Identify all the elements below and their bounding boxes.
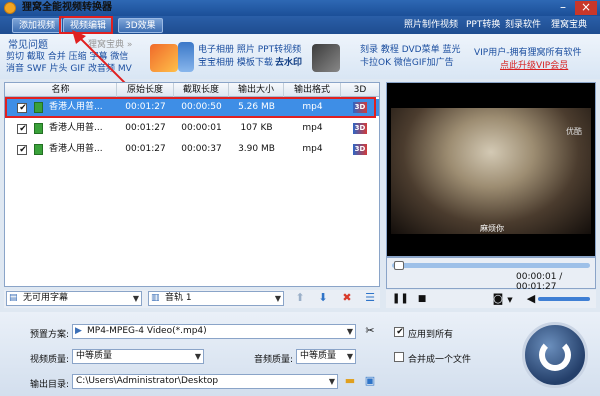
minimize-button[interactable]: –: [552, 1, 574, 15]
volume-icon[interactable]: ◀: [525, 293, 537, 305]
row-name: 香港人用普...: [49, 144, 103, 154]
chevron-down-icon: ▼: [194, 352, 201, 361]
ad-link-template[interactable]: 宝宝相册 模板下载: [198, 57, 273, 69]
chevron-down-icon: ▼: [346, 352, 353, 361]
tab-add-video[interactable]: 添加视频: [12, 18, 63, 33]
timeline-thumb[interactable]: [394, 261, 405, 270]
close-button[interactable]: ×: [575, 1, 597, 15]
pause-icon[interactable]: ❚❚: [392, 293, 409, 305]
convert-icon: [539, 339, 571, 371]
open-folder-icon[interactable]: ▣: [364, 375, 376, 387]
vip-info: VIP用户-拥有狸窝所有软件: [474, 48, 582, 58]
preset-settings-icon[interactable]: ✂: [364, 325, 376, 337]
preview-time: 00:00:01 / 00:01:27: [516, 272, 563, 292]
volume-slider[interactable]: [538, 297, 590, 301]
row-output-size: 3.90 MB: [238, 144, 275, 154]
audio-quality-value: 中等质量: [300, 351, 337, 361]
row-checkbox[interactable]: ✔: [17, 145, 27, 155]
audio-track-icon: ▥: [151, 293, 160, 303]
col-cut-length[interactable]: 截取长度: [174, 83, 229, 97]
preset-dropdown[interactable]: ▶ MP4-MPEG-4 Video(*.mp4) ▼: [72, 324, 356, 339]
chevron-down-icon: ▼: [346, 327, 353, 336]
audio-track-value: 音轨 1: [165, 293, 192, 303]
snapshot-icon[interactable]: ◙: [492, 293, 504, 305]
audio-quality-label: 音频质量:: [254, 355, 294, 365]
chevron-down-icon: ▼: [274, 294, 281, 303]
audio-track-dropdown[interactable]: ▥ 音轨 1 ▼: [148, 291, 284, 306]
app-logo-icon: [4, 2, 16, 14]
row-original-length: 00:01:27: [125, 123, 166, 133]
video-quality-value: 中等质量: [76, 351, 113, 361]
subtitle-icon: ▤: [9, 293, 18, 303]
video-frame: [391, 108, 591, 234]
row-3d-icon[interactable]: 3D: [353, 123, 367, 134]
faq-title: 常见问题: [8, 40, 48, 51]
col-output-size[interactable]: 输出大小: [229, 83, 284, 97]
row-output-size: 107 KB: [240, 123, 273, 133]
ad-link-remove-watermark[interactable]: 去水印: [275, 57, 302, 69]
vip-upgrade-link[interactable]: 点此升级VIP会员: [500, 58, 568, 71]
video-file-icon: [34, 144, 43, 155]
apply-all-checkbox[interactable]: ✔: [394, 327, 404, 337]
menu-burn-software[interactable]: 刻录软件: [505, 16, 541, 34]
preview-caption: 麻烦你: [480, 224, 504, 233]
delete-icon[interactable]: ✖: [341, 292, 353, 304]
ad-link-burn[interactable]: 刻录 教程 DVD菜单 蓝光: [360, 44, 460, 56]
row-output-format: mp4: [302, 144, 323, 154]
ad-link-album[interactable]: 电子相册 照片 PPT转视频: [198, 44, 301, 56]
col-3d[interactable]: 3D: [341, 83, 379, 97]
annotation-highlight-row: [5, 97, 376, 118]
row-3d-icon[interactable]: 3D: [353, 144, 367, 155]
row-original-length: 00:01:27: [125, 144, 166, 154]
col-output-format[interactable]: 输出格式: [284, 83, 341, 97]
menu-liwo-guide[interactable]: 狸窝宝典: [551, 16, 587, 34]
row-output-format: mp4: [302, 123, 323, 133]
subtitle-dropdown[interactable]: ▤ 无可用字幕 ▼: [6, 291, 142, 306]
subtitle-value: 无可用字幕: [23, 293, 69, 303]
audio-quality-dropdown[interactable]: 中等质量 ▼: [296, 349, 356, 364]
stop-icon[interactable]: ■: [416, 293, 428, 305]
ad-link-karaoke[interactable]: 卡拉OK 微信GIF加广告: [360, 57, 454, 69]
dvd-icon[interactable]: [312, 44, 340, 72]
row-cut-length: 00:00:37: [181, 144, 222, 154]
video-quality-label: 视频质量:: [30, 355, 70, 365]
table-row[interactable]: ✔ 香港人用普... 00:01:27 00:00:37 3.90 MB mp4…: [5, 141, 379, 158]
folder-browse-icon[interactable]: ▬: [344, 375, 356, 387]
preset-value: MP4-MPEG-4 Video(*.mp4): [87, 326, 207, 336]
move-down-icon[interactable]: ⬇: [317, 292, 329, 304]
snapshot-dropdown-icon[interactable]: ▼: [504, 294, 516, 306]
output-dir-value: C:\Users\Administrator\Desktop: [76, 376, 219, 386]
merge-label: 合并成一个文件: [408, 355, 472, 365]
menu-photo-video[interactable]: 照片制作视频: [404, 16, 458, 34]
video-quality-dropdown[interactable]: 中等质量 ▼: [72, 349, 204, 364]
list-settings-icon[interactable]: ☰: [364, 292, 376, 304]
timeline-slider[interactable]: [392, 263, 590, 268]
chevron-down-icon: ▼: [132, 294, 139, 303]
album-icon[interactable]: [178, 42, 194, 72]
merge-checkbox[interactable]: [394, 352, 404, 362]
col-original-length[interactable]: 原始长度: [117, 83, 174, 97]
row-checkbox[interactable]: ✔: [17, 124, 27, 134]
ppt-icon[interactable]: [150, 44, 178, 72]
col-name[interactable]: 名称: [5, 83, 117, 97]
chevron-down-icon: ▼: [328, 377, 335, 386]
table-header: 名称 原始长度 截取长度 输出大小 输出格式 3D: [5, 83, 379, 97]
convert-button[interactable]: [522, 322, 588, 388]
video-file-icon: [34, 123, 43, 134]
output-dir-field[interactable]: C:\Users\Administrator\Desktop ▼: [72, 374, 338, 389]
menu-ppt-convert[interactable]: PPT转换: [466, 16, 500, 34]
row-cut-length: 00:00:01: [181, 123, 222, 133]
app-title: 狸窝全能视频转换器: [22, 2, 112, 13]
preset-label: 预置方案:: [30, 330, 70, 340]
move-up-icon[interactable]: ⬆: [294, 292, 306, 304]
row-name: 香港人用普...: [49, 123, 103, 133]
output-dir-label: 输出目录:: [30, 380, 70, 390]
apply-all-label: 应用到所有: [408, 330, 454, 340]
format-icon: ▶: [75, 326, 82, 336]
preview-watermark: 优酷: [566, 127, 582, 136]
table-row[interactable]: ✔ 香港人用普... 00:01:27 00:00:01 107 KB mp4 …: [5, 120, 379, 137]
